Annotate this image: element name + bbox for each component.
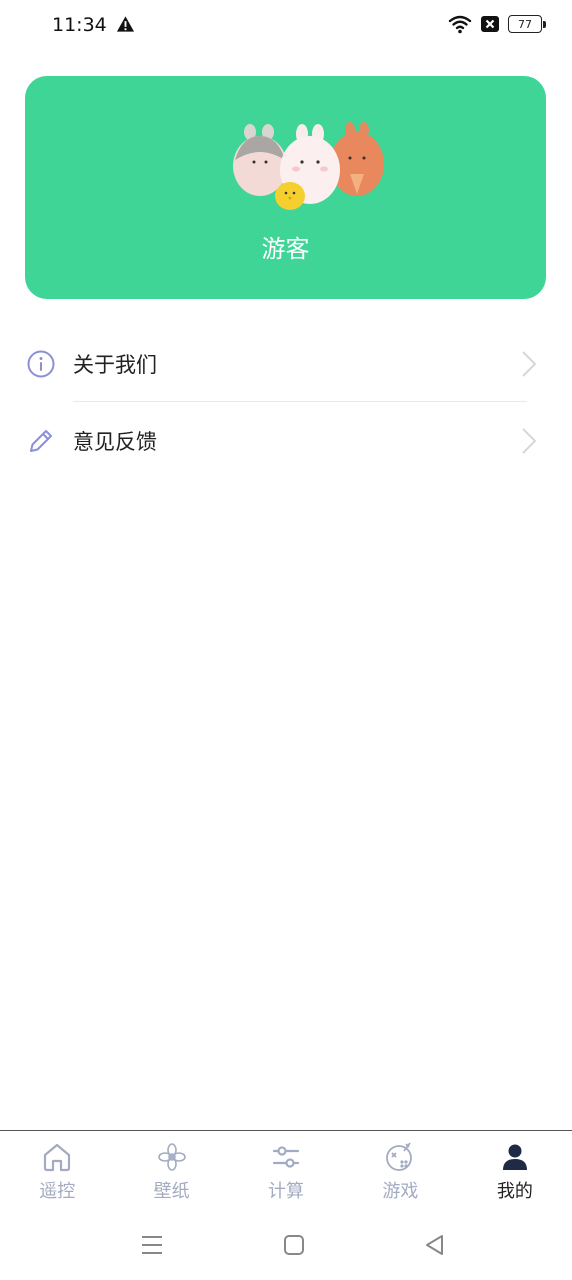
user-icon bbox=[502, 1144, 527, 1170]
gamepad-icon bbox=[386, 1142, 413, 1171]
edit-icon bbox=[30, 429, 52, 452]
wifi-icon bbox=[448, 15, 472, 34]
menu-item-label: 意见反馈 bbox=[73, 429, 157, 454]
menu-item-label: 关于我们 bbox=[73, 352, 157, 377]
flower-icon bbox=[157, 1143, 186, 1171]
username: 游客 bbox=[261, 235, 310, 263]
tab-wallpaper[interactable]: 壁纸 bbox=[114, 1131, 228, 1212]
tab-label: 游戏 bbox=[382, 1181, 419, 1202]
settings-menu: 关于我们 意见反馈 bbox=[0, 325, 572, 479]
battery-indicator: 77 bbox=[508, 15, 546, 33]
no-sim-icon bbox=[481, 16, 499, 32]
tab-calculate[interactable]: 计算 bbox=[229, 1131, 343, 1212]
tab-label: 遥控 bbox=[39, 1181, 76, 1202]
status-time: 11:34 bbox=[52, 14, 107, 36]
chevron-right-icon bbox=[522, 427, 537, 454]
menu-item-about[interactable]: 关于我们 bbox=[0, 325, 572, 402]
back-icon[interactable] bbox=[422, 1232, 448, 1258]
warning-icon bbox=[116, 16, 135, 32]
tab-label: 计算 bbox=[268, 1181, 305, 1202]
menu-icon[interactable] bbox=[139, 1232, 165, 1258]
status-bar: 11:34 77 bbox=[0, 0, 572, 52]
tab-label: 壁纸 bbox=[153, 1181, 190, 1202]
info-icon bbox=[27, 350, 55, 377]
tab-label: 我的 bbox=[496, 1181, 533, 1202]
avatar bbox=[233, 122, 384, 210]
chevron-right-icon bbox=[522, 350, 537, 377]
tab-remote[interactable]: 遥控 bbox=[0, 1131, 114, 1212]
home-icon bbox=[44, 1143, 71, 1172]
tab-mine[interactable]: 我的 bbox=[458, 1131, 572, 1212]
status-icons: 77 bbox=[448, 14, 546, 34]
home-button-icon[interactable] bbox=[281, 1232, 307, 1258]
system-nav-bar bbox=[0, 1212, 572, 1280]
tab-game[interactable]: 游戏 bbox=[343, 1131, 457, 1212]
menu-item-feedback[interactable]: 意见反馈 bbox=[0, 402, 572, 479]
bottom-tab-bar: 遥控 壁纸 计算 游戏 我的 bbox=[0, 1130, 572, 1212]
sliders-icon bbox=[272, 1146, 300, 1168]
profile-card[interactable]: 游客 bbox=[25, 76, 546, 299]
